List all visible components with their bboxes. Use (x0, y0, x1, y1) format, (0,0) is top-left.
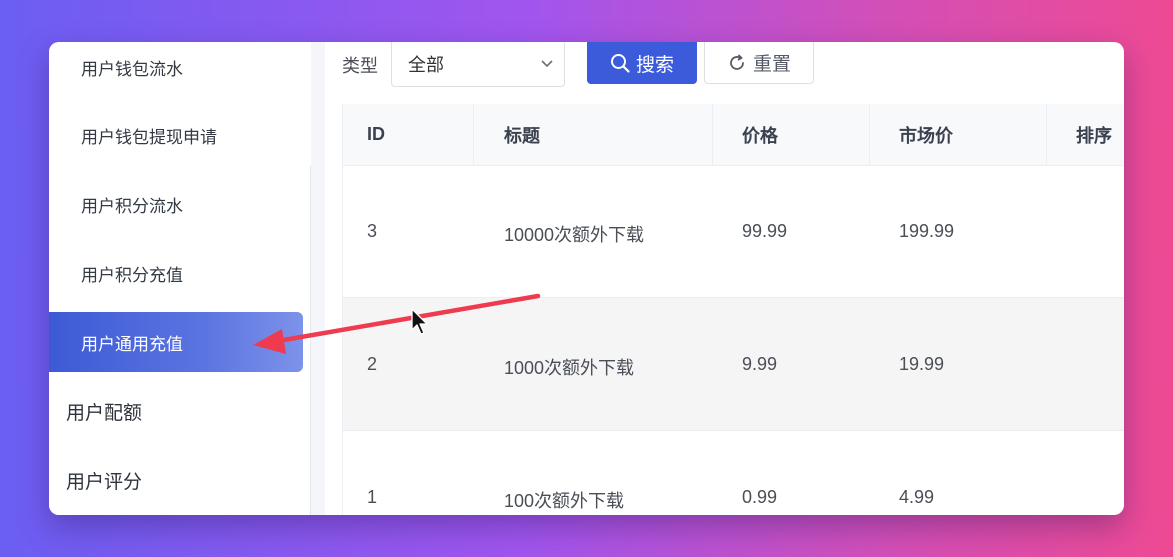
cell-title: 100次额外下载 (504, 491, 625, 511)
sidebar-divider (311, 42, 325, 515)
cell-title: 10000次额外下载 (504, 225, 645, 245)
column-divider (712, 104, 713, 165)
sidebar-item-label: 用户积分充值 (81, 265, 183, 285)
type-filter-label: 类型 (342, 56, 378, 76)
sidebar-item-points-flow[interactable]: 用户积分流水 (49, 174, 303, 234)
cell-id: 1 (367, 487, 378, 507)
sidebar-item-quota[interactable]: 用户配额 (49, 381, 303, 441)
refresh-icon (730, 54, 744, 70)
cell-id: 2 (367, 354, 378, 374)
column-header-price[interactable]: 价格 (742, 104, 778, 165)
sidebar-item-label: 用户钱包流水 (81, 59, 183, 79)
table-row[interactable]: 3 10000次额外下载 99.99 199.99 (343, 165, 1124, 298)
type-select-value: 全部 (408, 55, 444, 75)
sidebar-item-label: 用户配额 (66, 402, 143, 424)
sidebar-menu: 用户钱包流水 用户钱包提现申请 用户积分流水 用户积分充值 用户通用充值 用户配… (49, 42, 313, 515)
sidebar-item-wallet-withdraw[interactable]: 用户钱包提现申请 (49, 105, 303, 165)
admin-window: 用户钱包流水 用户钱包提现申请 用户积分流水 用户积分充值 用户通用充值 用户配… (49, 42, 1124, 515)
table-row[interactable]: 1 100次额外下载 0.99 4.99 (343, 431, 1124, 515)
chevron-down-icon (541, 60, 553, 68)
sidebar-item-label: 用户钱包提现申请 (81, 127, 217, 147)
cell-id: 3 (367, 221, 378, 241)
reset-button[interactable]: 重置 (704, 42, 814, 84)
type-select[interactable]: 全部 (391, 42, 565, 87)
column-header-id[interactable]: ID (367, 104, 385, 165)
column-header-market-price[interactable]: 市场价 (899, 104, 953, 165)
search-button-label: 搜索 (635, 54, 674, 76)
cell-market-price: 199.99 (899, 221, 955, 241)
sidebar-item-general-recharge[interactable]: 用户通用充值 (49, 312, 303, 372)
sidebar-item-label: 用户通用充值 (81, 334, 183, 354)
sidebar-item-label: 用户评分 (66, 471, 143, 493)
cell-market-price: 4.99 (899, 487, 935, 507)
column-divider (473, 104, 474, 165)
cell-price: 9.99 (742, 354, 778, 374)
search-button[interactable]: 搜索 (587, 42, 697, 84)
cell-title: 1000次额外下载 (504, 358, 635, 378)
sidebar-item-points-recharge[interactable]: 用户积分充值 (49, 243, 303, 303)
column-header-title[interactable]: 标题 (504, 104, 540, 165)
column-header-sort[interactable]: 排序 (1076, 104, 1112, 165)
sidebar-item-label: 用户积分流水 (81, 196, 183, 216)
search-icon (610, 54, 630, 73)
cell-price: 0.99 (742, 487, 778, 507)
column-divider (869, 104, 870, 165)
recharge-table: ID 标题 价格 市场价 排序 3 10000次额外下载 99.99 199.9… (342, 104, 1124, 515)
sidebar-item-rating[interactable]: 用户评分 (49, 450, 303, 510)
table-row[interactable]: 2 1000次额外下载 9.99 19.99 (343, 298, 1124, 431)
cell-market-price: 19.99 (899, 354, 945, 374)
table-header: ID 标题 价格 市场价 排序 (343, 104, 1124, 166)
reset-button-label: 重置 (752, 54, 791, 75)
cell-price: 99.99 (742, 221, 788, 241)
sidebar-item-wallet-flow[interactable]: 用户钱包流水 (49, 42, 303, 97)
column-divider (1046, 104, 1047, 165)
